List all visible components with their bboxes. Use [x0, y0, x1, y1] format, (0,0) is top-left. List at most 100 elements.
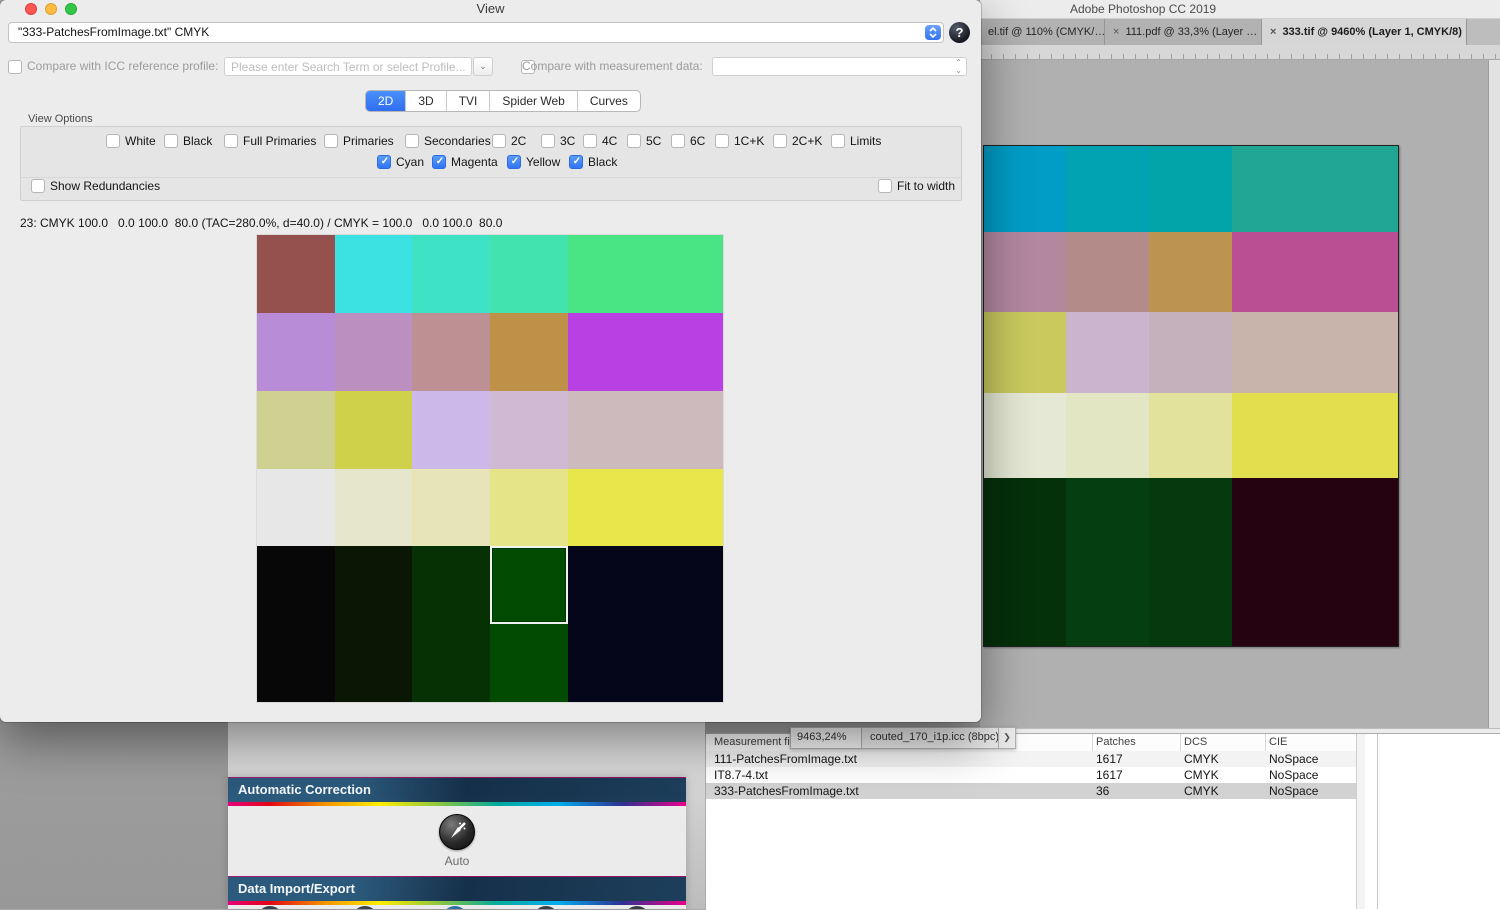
minimize-button[interactable]: [45, 3, 57, 15]
tab-spider-web[interactable]: Spider Web: [490, 91, 578, 111]
checkbox[interactable]: [106, 134, 120, 148]
fit-to-width-option[interactable]: Fit to width: [878, 179, 955, 193]
patch-cell[interactable]: [567, 235, 646, 313]
profile-search-input[interactable]: Please enter Search Term or select Profi…: [224, 57, 472, 76]
close-icon[interactable]: ×: [1270, 26, 1276, 38]
photoshop-patch-image[interactable]: [983, 145, 1399, 647]
patch-cell[interactable]: [257, 235, 335, 313]
patch-cell[interactable]: [334, 312, 413, 391]
option-yellow[interactable]: ✓ Yellow: [507, 155, 560, 169]
show-redundancies-option[interactable]: Show Redundancies: [31, 179, 160, 193]
patch-cell[interactable]: [412, 468, 490, 547]
patch-cell[interactable]: [334, 624, 413, 702]
option-white[interactable]: White: [106, 134, 156, 148]
ps-tab-el-tif-1[interactable]: el.tif @ 110% (CMYK/…: [980, 19, 1105, 45]
measurement-data-dropdown[interactable]: ⌃ ⌄: [712, 57, 967, 76]
option-primaries[interactable]: Primaries: [324, 134, 394, 148]
tab-2d[interactable]: 2D: [366, 91, 407, 111]
patch-cell[interactable]: [645, 235, 723, 313]
checkbox[interactable]: [878, 179, 892, 193]
patch-cell[interactable]: [645, 468, 723, 547]
photoshop-canvas[interactable]: [980, 60, 1489, 729]
checkbox[interactable]: [541, 134, 555, 148]
checkbox[interactable]: [164, 134, 178, 148]
patch-cell[interactable]: [257, 546, 335, 625]
checkbox[interactable]: [773, 134, 787, 148]
auto-correction-button[interactable]: [439, 814, 475, 850]
option-limits[interactable]: Limits: [831, 134, 881, 148]
option-5c[interactable]: 5C: [627, 134, 661, 148]
checkbox[interactable]: [715, 134, 729, 148]
option-2c-k[interactable]: 2C+K: [773, 134, 822, 148]
patch-cell[interactable]: [489, 312, 568, 391]
checkbox[interactable]: [324, 134, 338, 148]
option-1c-k[interactable]: 1C+K: [715, 134, 764, 148]
patch-cell[interactable]: [567, 546, 646, 625]
profile-dropdown[interactable]: "333-PatchesFromImage.txt" CMYK: [8, 22, 944, 43]
checkbox[interactable]: ✓: [507, 155, 521, 169]
checkbox[interactable]: [224, 134, 238, 148]
option-cyan[interactable]: ✓ Cyan: [377, 155, 424, 169]
patch-cell-selected[interactable]: [489, 546, 568, 625]
checkbox[interactable]: [405, 134, 419, 148]
help-button[interactable]: ?: [949, 22, 970, 43]
patch-cell[interactable]: [645, 624, 723, 702]
option-4c[interactable]: 4C: [583, 134, 617, 148]
checkbox[interactable]: [627, 134, 641, 148]
tab-3d[interactable]: 3D: [406, 91, 447, 111]
patch-cell[interactable]: [645, 312, 723, 391]
patch-cell[interactable]: [412, 235, 490, 313]
column-cie[interactable]: CIE: [1269, 736, 1287, 748]
checkbox[interactable]: [831, 134, 845, 148]
patch-cell[interactable]: [334, 235, 413, 313]
table-row[interactable]: 111-PatchesFromImage.txt 1617 CMYK NoSpace: [706, 751, 1356, 767]
patch-cell[interactable]: [257, 624, 335, 702]
checkbox[interactable]: ✓: [432, 155, 446, 169]
checkbox[interactable]: ✓: [569, 155, 583, 169]
patch-cell[interactable]: [645, 390, 723, 469]
checkbox[interactable]: [671, 134, 685, 148]
patch-cell[interactable]: [489, 235, 568, 313]
patch-cell[interactable]: [489, 624, 568, 702]
close-icon[interactable]: ×: [1113, 26, 1119, 38]
option-black[interactable]: ✓ Black: [569, 155, 617, 169]
patch-cell[interactable]: [412, 546, 490, 625]
patch-cell[interactable]: [567, 468, 646, 547]
patch-cell[interactable]: [412, 624, 490, 702]
profile-combo-button[interactable]: ⌄: [473, 57, 493, 76]
table-row[interactable]: IT8.7-4.txt 1617 CMYK NoSpace: [706, 767, 1356, 783]
checkbox[interactable]: [31, 179, 45, 193]
patch-cell[interactable]: [489, 468, 568, 547]
patch-cell[interactable]: [257, 390, 335, 469]
files-scrollbar[interactable]: [1356, 734, 1365, 909]
compare-icc-checkbox[interactable]: [8, 59, 22, 74]
patch-cell[interactable]: [257, 468, 335, 547]
option-magenta[interactable]: ✓ Magenta: [432, 155, 498, 169]
checkbox[interactable]: [583, 134, 597, 148]
tab-curves[interactable]: Curves: [578, 91, 640, 111]
zoom-percentage-field[interactable]: 9463,24%: [791, 728, 862, 748]
ps-tab-111-pdf-[interactable]: × 111.pdf @ 33,3% (Layer …: [1105, 19, 1262, 45]
photoshop-scrollbar[interactable]: [1488, 60, 1500, 729]
zoom-button[interactable]: [65, 3, 77, 15]
checkbox[interactable]: [492, 134, 506, 148]
option-full-primaries[interactable]: Full Primaries: [224, 134, 316, 148]
checkbox[interactable]: ✓: [377, 155, 391, 169]
patch-cell[interactable]: [412, 312, 490, 391]
tab-tvi[interactable]: TVI: [447, 91, 491, 111]
close-button[interactable]: [25, 3, 37, 15]
patch-cell[interactable]: [567, 390, 646, 469]
patch-cell[interactable]: [334, 546, 413, 625]
status-chevron-icon[interactable]: ❯: [998, 728, 1015, 748]
patch-cell[interactable]: [257, 312, 335, 391]
column-dcs[interactable]: DCS: [1184, 736, 1207, 748]
patch-cell[interactable]: [645, 546, 723, 625]
patch-cell[interactable]: [334, 468, 413, 547]
patch-cell[interactable]: [334, 390, 413, 469]
option-3c[interactable]: 3C: [541, 134, 575, 148]
option-secondaries[interactable]: Secondaries: [405, 134, 491, 148]
table-row[interactable]: 333-PatchesFromImage.txt 36 CMYK NoSpace: [706, 783, 1356, 799]
patch-cell[interactable]: [567, 624, 646, 702]
dropdown-stepper-icon[interactable]: [925, 25, 941, 40]
option-black[interactable]: Black: [164, 134, 212, 148]
